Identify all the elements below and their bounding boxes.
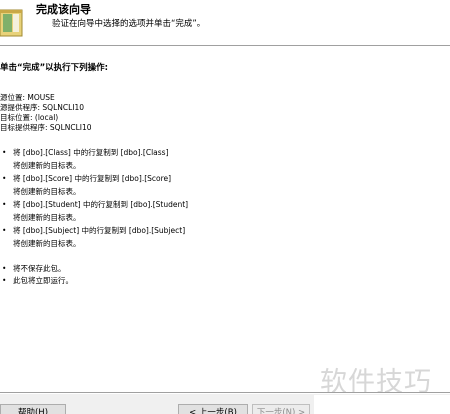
connection-summary: 源位置: MOUSE 源提供程序: SQLNCLI10 目标位置: (local… [0,93,92,133]
wizard-header: 完成该向导 验证在向导中选择的选项并单击“完成”。 [0,0,450,46]
operation-copy-text: 将 [dbo].[Student] 中的行复制到 [dbo].[Student] [13,200,189,209]
destination-location: 目标位置: (local) [0,113,59,122]
note-not-saved: 将不保存此包。 [13,264,66,273]
bullet-icon: • [2,276,7,285]
bullet-icon: • [2,200,7,209]
operation-create-text: 将创建新的目标表。 [13,213,81,222]
bullet-icon: • [2,174,7,183]
bullet-icon: • [2,264,7,273]
wizard-window: 完成该向导 验证在向导中选择的选项并单击“完成”。 单击“完成”以执行下列操作:… [0,0,450,414]
source-provider: 源提供程序: SQLNCLI10 [0,103,85,112]
bullet-icon: • [2,226,7,235]
operation-create-text: 将创建新的目标表。 [13,187,81,196]
instruction-text: 单击“完成”以执行下列操作: [0,63,109,73]
summary-panel: 单击“完成”以执行下列操作: 源位置: MOUSE 源提供程序: SQLNCLI… [0,47,450,387]
operation-create-text: 将创建新的目标表。 [13,239,81,248]
bullet-icon: • [2,148,7,157]
operation-create-text: 将创建新的目标表。 [13,161,81,170]
operation-copy-text: 将 [dbo].[Class] 中的行复制到 [dbo].[Class] [13,148,169,157]
source-location: 源位置: MOUSE [0,93,55,102]
back-button[interactable]: < 上一步(B) [178,404,248,414]
wizard-icon [0,9,23,37]
operation-copy-text: 将 [dbo].[Score] 中的行复制到 [dbo].[Score] [13,174,172,183]
page-title: 完成该向导 [36,3,91,16]
help-button[interactable]: 帮助(H) [0,404,66,414]
operation-copy-text: 将 [dbo].[Subject] 中的行复制到 [dbo].[Subject] [13,226,186,235]
button-bar-edge [314,395,450,414]
destination-provider: 目标提供程序: SQLNCLI10 [0,123,92,132]
note-run-immediately: 此包将立即运行。 [13,276,73,285]
page-subtitle: 验证在向导中选择的选项并单击“完成”。 [52,19,206,29]
next-button[interactable]: 下一步(N) > [252,404,310,414]
